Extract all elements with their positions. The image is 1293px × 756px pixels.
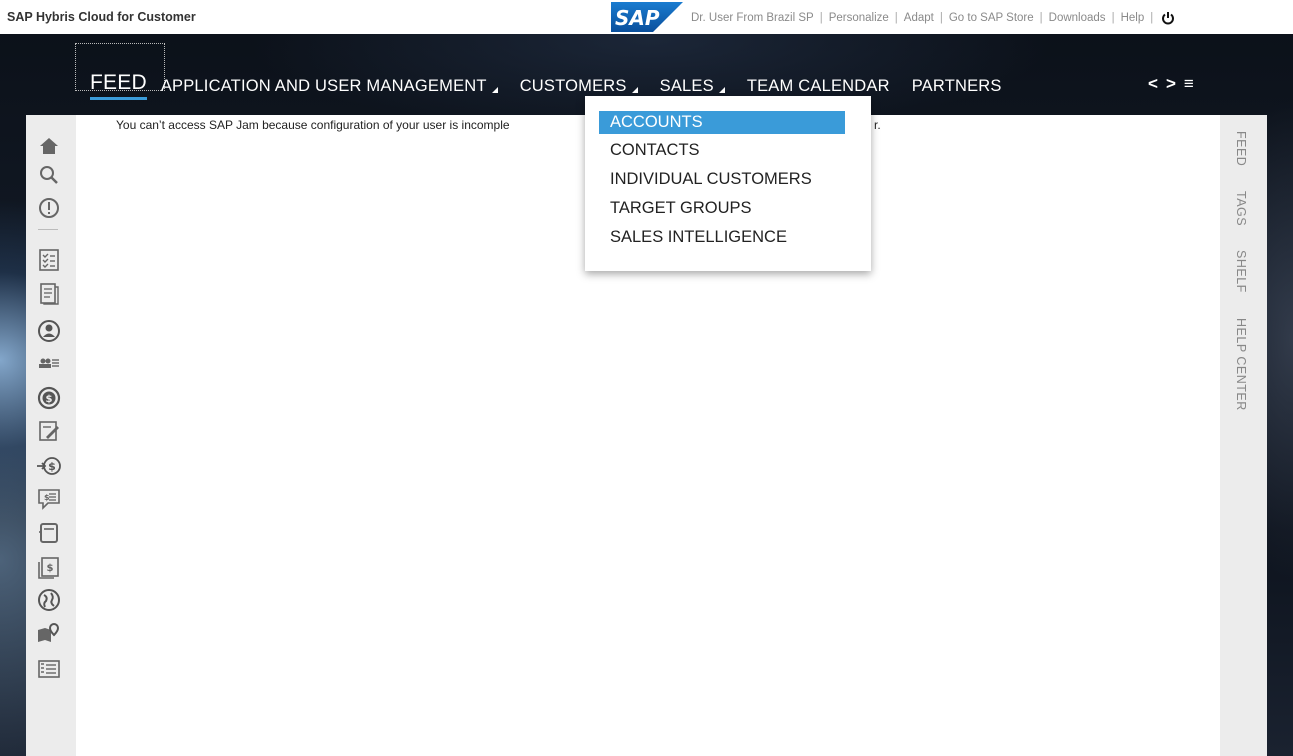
tab-partners[interactable]: PARTNERS bbox=[912, 77, 1002, 100]
tab-label: APPLICATION AND USER MANAGEMENT bbox=[160, 77, 487, 95]
transfer-dollar-icon[interactable]: $ bbox=[36, 453, 62, 479]
jam-config-message-end: r. bbox=[874, 118, 881, 132]
user-name-link[interactable]: Dr. User From Brazil SP bbox=[691, 12, 814, 24]
top-header: SAP Hybris Cloud for Customer SAP Dr. Us… bbox=[0, 0, 1293, 34]
customers-dropdown-menu: ACCOUNTS CONTACTS INDIVIDUAL CUSTOMERS T… bbox=[585, 96, 871, 271]
chevron-right-icon[interactable]: > bbox=[1166, 74, 1176, 94]
separator: | bbox=[1039, 12, 1043, 24]
sap-logo: SAP bbox=[611, 2, 683, 32]
separator: | bbox=[894, 12, 898, 24]
logout-power-icon[interactable] bbox=[1161, 11, 1175, 25]
tab-label: TEAM CALENDAR bbox=[746, 77, 890, 95]
alert-icon[interactable] bbox=[36, 195, 62, 221]
globe-icon[interactable] bbox=[36, 587, 62, 613]
tab-application-user-management[interactable]: APPLICATION AND USER MANAGEMENT bbox=[161, 77, 498, 100]
book-icon[interactable] bbox=[36, 520, 62, 546]
menu-item-sales-intelligence[interactable]: SALES INTELLIGENCE bbox=[599, 226, 845, 249]
help-link[interactable]: Help bbox=[1121, 12, 1145, 24]
svg-text:$: $ bbox=[46, 394, 53, 405]
person-icon[interactable] bbox=[36, 318, 62, 344]
separator: | bbox=[939, 12, 943, 24]
icon-divider bbox=[38, 229, 58, 230]
list-icon[interactable] bbox=[36, 656, 62, 682]
svg-text:SAP: SAP bbox=[615, 6, 660, 30]
separator: | bbox=[819, 12, 823, 24]
menu-caret-icon bbox=[631, 87, 638, 93]
left-icon-bar: $ $ $ $ bbox=[26, 115, 76, 756]
menu-item-accounts[interactable]: ACCOUNTS bbox=[599, 111, 845, 134]
tab-label: CUSTOMERS bbox=[519, 77, 627, 95]
svg-text:$: $ bbox=[48, 460, 56, 473]
chevron-left-icon[interactable]: < bbox=[1148, 74, 1158, 94]
side-tab-help-center[interactable]: HELP CENTER bbox=[1234, 318, 1248, 411]
invoice-icon[interactable]: $ bbox=[36, 555, 62, 581]
sap-store-link[interactable]: Go to SAP Store bbox=[949, 12, 1034, 24]
menu-caret-icon bbox=[718, 87, 725, 93]
edit-report-icon[interactable] bbox=[36, 418, 62, 444]
menu-item-target-groups[interactable]: TARGET GROUPS bbox=[599, 197, 845, 220]
menu-item-contacts[interactable]: CONTACTS bbox=[599, 139, 845, 162]
svg-text:$: $ bbox=[47, 563, 54, 574]
checklist-icon[interactable] bbox=[36, 247, 62, 273]
map-pin-icon[interactable] bbox=[36, 620, 62, 646]
nav-scroll-controls: < > ≡ bbox=[1148, 74, 1194, 94]
document-icon[interactable] bbox=[36, 281, 62, 307]
main-nav: FEED APPLICATION AND USER MANAGEMENT CUS… bbox=[90, 70, 1024, 100]
right-side-panel: FEED TAGS SHELF HELP CENTER bbox=[1220, 115, 1267, 756]
app-title: SAP Hybris Cloud for Customer bbox=[7, 10, 196, 24]
tab-label: PARTNERS bbox=[911, 77, 1002, 95]
side-tab-tags[interactable]: TAGS bbox=[1234, 191, 1248, 226]
dollar-icon[interactable]: $ bbox=[36, 385, 62, 411]
search-icon[interactable] bbox=[36, 162, 62, 188]
menu-item-individual-customers[interactable]: INDIVIDUAL CUSTOMERS bbox=[599, 168, 845, 191]
quote-icon[interactable]: $ bbox=[36, 486, 62, 512]
jam-config-message: You can’t access SAP Jam because configu… bbox=[116, 118, 510, 132]
side-tab-feed[interactable]: FEED bbox=[1234, 131, 1248, 166]
header-links: Dr. User From Brazil SP | Personalize | … bbox=[691, 11, 1293, 25]
side-tab-shelf[interactable]: SHELF bbox=[1234, 250, 1248, 293]
tab-label: SALES bbox=[659, 77, 714, 95]
adapt-link[interactable]: Adapt bbox=[904, 12, 934, 24]
tab-feed[interactable]: FEED bbox=[90, 71, 147, 100]
home-icon[interactable] bbox=[36, 133, 62, 159]
downloads-link[interactable]: Downloads bbox=[1049, 12, 1106, 24]
overflow-menu-icon[interactable]: ≡ bbox=[1184, 74, 1194, 94]
personalize-link[interactable]: Personalize bbox=[829, 12, 889, 24]
team-list-icon[interactable] bbox=[36, 351, 62, 377]
separator: | bbox=[1111, 12, 1115, 24]
menu-caret-icon bbox=[491, 87, 498, 93]
tab-label: FEED bbox=[90, 71, 147, 94]
separator: | bbox=[1150, 12, 1154, 24]
